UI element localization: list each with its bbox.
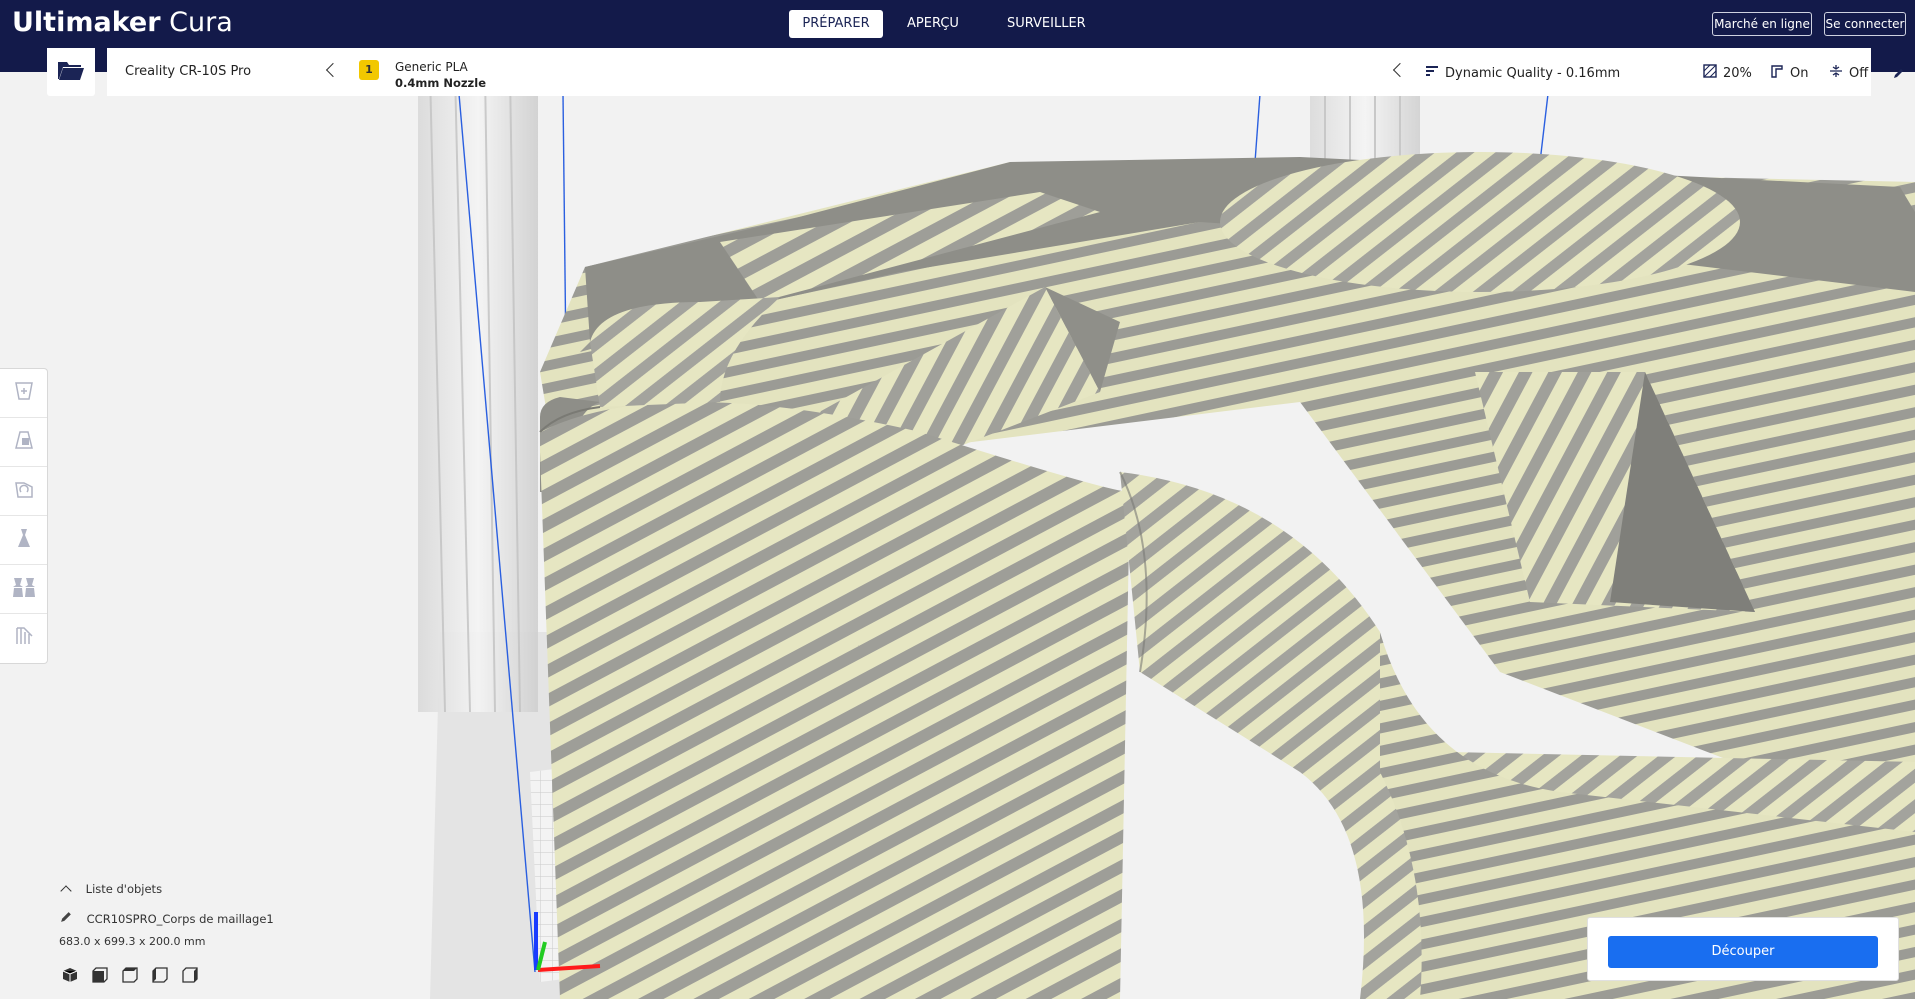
- object-name: CCR10SPRO_Corps de maillage1: [86, 912, 274, 926]
- profile-setting: Dynamic Quality - 0.16mm: [1425, 64, 1620, 82]
- scene-render: [0, 72, 1915, 999]
- mirror-tool-icon: [12, 526, 36, 554]
- move-tool-button[interactable]: [0, 369, 47, 418]
- rotate-tool-button[interactable]: [0, 467, 47, 516]
- scale-tool-button[interactable]: [0, 418, 47, 467]
- chevron-left-icon: [1392, 62, 1408, 78]
- action-panel: Découper: [1587, 917, 1899, 981]
- material-name: Generic PLA: [395, 60, 468, 74]
- printer-name: Creality CR-10S Pro: [125, 64, 252, 79]
- left-view-icon[interactable]: [152, 965, 182, 985]
- object-name-row[interactable]: CCR10SPRO_Corps de maillage1: [60, 910, 274, 926]
- tab-preview[interactable]: APERÇU: [883, 10, 983, 38]
- support-blocker-icon: [12, 624, 36, 652]
- scale-tool-icon: [12, 428, 36, 456]
- infill-icon: [1703, 64, 1723, 82]
- profile-label: Dynamic Quality - 0.16mm: [1445, 65, 1621, 81]
- adhesion-icon: [1829, 64, 1849, 82]
- camera-view-buttons: [62, 965, 212, 985]
- move-tool-icon: [12, 379, 36, 407]
- infill-value: 20%: [1723, 65, 1752, 81]
- app-logo: Ultimaker Cura: [12, 7, 233, 39]
- per-model-settings-button[interactable]: [0, 565, 47, 614]
- object-list-toggle[interactable]: Liste d'objets: [60, 882, 163, 897]
- adhesion-value: Off: [1849, 65, 1869, 81]
- right-view-icon[interactable]: [182, 965, 212, 985]
- extruder-badge: 1: [359, 60, 379, 80]
- nozzle-size: 0.4mm Nozzle: [395, 76, 486, 90]
- object-dimensions: 683.0 x 699.3 x 200.0 mm: [59, 935, 206, 948]
- chevron-left-icon: [325, 62, 341, 78]
- stage-tabs: PRÉPARER APERÇU SURVEILLER: [789, 10, 1110, 38]
- support-blocker-button[interactable]: [0, 614, 47, 662]
- marketplace-button[interactable]: Marché en ligne: [1712, 12, 1812, 36]
- top-view-icon[interactable]: [122, 965, 152, 985]
- top-toolbar: Creality CR-10S Pro 1 Generic PLA 0.4mm …: [47, 48, 1903, 96]
- slice-button[interactable]: Découper: [1608, 936, 1878, 968]
- chevron-up-icon: [60, 885, 72, 897]
- per-model-settings-icon: [11, 575, 37, 603]
- logo-product: Cura: [169, 7, 233, 38]
- front-view-icon[interactable]: [92, 965, 122, 985]
- adhesion-setting: Off: [1829, 64, 1868, 82]
- logo-brand: Ultimaker: [12, 7, 161, 38]
- tab-monitor[interactable]: SURVEILLER: [983, 10, 1110, 38]
- support-value: On: [1790, 65, 1809, 81]
- folder-open-icon: [57, 59, 85, 85]
- mirror-tool-button[interactable]: [0, 516, 47, 565]
- open-file-button[interactable]: [47, 48, 95, 96]
- tab-prepare[interactable]: PRÉPARER: [789, 10, 883, 38]
- support-icon: [1770, 64, 1790, 82]
- profile-icon: [1425, 64, 1445, 82]
- pencil-icon[interactable]: [1893, 64, 1905, 83]
- signin-button[interactable]: Se connecter: [1824, 12, 1906, 36]
- 3d-viewport[interactable]: [0, 72, 1915, 999]
- material-selector[interactable]: 1 Generic PLA 0.4mm Nozzle: [347, 48, 1414, 96]
- rotate-tool-icon: [12, 477, 36, 505]
- tool-panel: [0, 368, 48, 664]
- printer-selector[interactable]: Creality CR-10S Pro: [107, 48, 348, 96]
- pencil-icon: [60, 912, 77, 926]
- 3d-view-icon[interactable]: [62, 965, 92, 985]
- print-settings-selector[interactable]: Dynamic Quality - 0.16mm 20% On Off: [1413, 48, 1903, 96]
- infill-setting: 20%: [1703, 64, 1752, 82]
- object-list-label: Liste d'objets: [85, 882, 163, 896]
- support-setting: On: [1770, 64, 1808, 82]
